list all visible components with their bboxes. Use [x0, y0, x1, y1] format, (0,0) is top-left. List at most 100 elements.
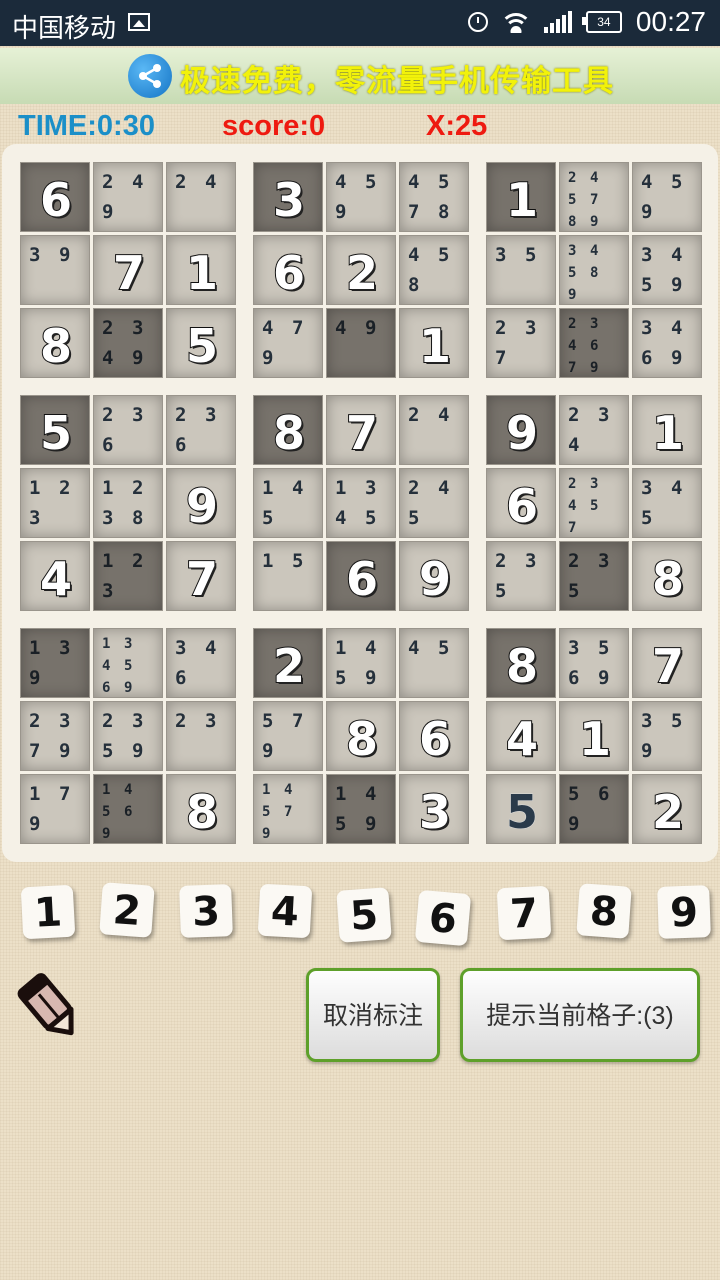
board-cell[interactable]: 1459 — [326, 628, 396, 698]
board-cell[interactable]: 2 — [326, 235, 396, 305]
hint-current-cell-button[interactable]: 提示当前格子:(3) — [460, 968, 700, 1062]
board-cell[interactable]: 35 — [486, 235, 556, 305]
board-cell[interactable]: 1 — [486, 162, 556, 232]
board-cell[interactable]: 5 — [166, 308, 236, 378]
board-cell[interactable]: 3469 — [632, 308, 702, 378]
board-cell[interactable]: 458 — [399, 235, 469, 305]
board-cell[interactable]: 179 — [20, 774, 90, 844]
board-cell[interactable]: 234 — [559, 395, 629, 465]
number-key[interactable]: 5 — [336, 887, 392, 943]
board-cell[interactable]: 1 — [166, 235, 236, 305]
board-cell[interactable]: 2 — [253, 628, 323, 698]
board-cell[interactable]: 1 — [632, 395, 702, 465]
board-cell[interactable]: 8 — [166, 774, 236, 844]
board-cell[interactable]: 39 — [20, 235, 90, 305]
board-cell[interactable]: 7 — [93, 235, 163, 305]
board-cell[interactable]: 6 — [253, 235, 323, 305]
board-cell[interactable]: 3459 — [632, 235, 702, 305]
number-key[interactable]: 4 — [257, 883, 313, 939]
board-cell[interactable]: 245789 — [559, 162, 629, 232]
number-key[interactable]: 6 — [414, 889, 472, 947]
board-cell[interactable]: 2349 — [93, 308, 163, 378]
board-cell[interactable]: 8 — [326, 701, 396, 771]
board-cell[interactable]: 9 — [399, 541, 469, 611]
board-cell[interactable]: 1 — [559, 701, 629, 771]
board-cell[interactable]: 249 — [93, 162, 163, 232]
board-cell[interactable]: 7 — [326, 395, 396, 465]
board-cell[interactable]: 8 — [253, 395, 323, 465]
board-cell[interactable]: 3569 — [559, 628, 629, 698]
board-cell[interactable]: 7 — [632, 628, 702, 698]
board-cell[interactable]: 134569 — [93, 628, 163, 698]
board-cell[interactable]: 569 — [559, 774, 629, 844]
board-cell[interactable]: 346 — [166, 628, 236, 698]
board-cell[interactable]: 459 — [632, 162, 702, 232]
board-cell[interactable]: 359 — [632, 701, 702, 771]
alarm-clock-icon — [467, 12, 488, 32]
board-cell[interactable]: 236 — [93, 395, 163, 465]
board-cell[interactable]: 9 — [166, 468, 236, 538]
board-cell[interactable]: 345 — [632, 468, 702, 538]
cell-candidate-notes: 45 — [406, 633, 466, 695]
board-cell[interactable]: 45 — [399, 628, 469, 698]
board-cell[interactable]: 7 — [166, 541, 236, 611]
board-cell[interactable]: 237 — [486, 308, 556, 378]
board-cell[interactable]: 123 — [93, 541, 163, 611]
board-cell[interactable]: 6 — [20, 162, 90, 232]
number-key[interactable]: 9 — [657, 885, 711, 939]
pencil-icon[interactable] — [14, 970, 86, 1042]
number-key[interactable]: 3 — [179, 884, 233, 938]
board-cell[interactable]: 139 — [20, 628, 90, 698]
board-cell[interactable]: 236 — [166, 395, 236, 465]
board-cell[interactable]: 2 — [632, 774, 702, 844]
board-cell[interactable]: 1238 — [93, 468, 163, 538]
board-cell[interactable]: 34589 — [559, 235, 629, 305]
board-cell[interactable]: 15 — [253, 541, 323, 611]
board-cell[interactable]: 49 — [326, 308, 396, 378]
board-cell[interactable]: 479 — [253, 308, 323, 378]
board-cell[interactable]: 1 — [399, 308, 469, 378]
board-cell[interactable]: 24 — [399, 395, 469, 465]
cell-candidate-notes: 459 — [639, 167, 699, 229]
board-cell[interactable]: 9 — [486, 395, 556, 465]
candidate-digit: 3 — [598, 404, 610, 426]
board-cell[interactable]: 123 — [20, 468, 90, 538]
board-cell[interactable]: 8 — [20, 308, 90, 378]
board-cell[interactable]: 5 — [486, 774, 556, 844]
board-cell[interactable]: 14569 — [93, 774, 163, 844]
cancel-mark-button[interactable]: 取消标注 — [306, 968, 440, 1062]
cell-given-value: 3 — [272, 172, 306, 228]
board-cell[interactable]: 6 — [486, 468, 556, 538]
board-cell[interactable]: 3 — [253, 162, 323, 232]
board-cell[interactable]: 235 — [486, 541, 556, 611]
board-cell[interactable]: 145 — [253, 468, 323, 538]
board-cell[interactable]: 235 — [559, 541, 629, 611]
board-cell[interactable]: 1459 — [326, 774, 396, 844]
board-cell[interactable]: 8 — [486, 628, 556, 698]
number-key[interactable]: 1 — [20, 884, 76, 940]
number-key[interactable]: 2 — [99, 882, 155, 938]
number-key[interactable]: 8 — [576, 883, 632, 939]
board-cell[interactable]: 4 — [20, 541, 90, 611]
board-cell[interactable]: 4 — [486, 701, 556, 771]
board-cell[interactable]: 579 — [253, 701, 323, 771]
candidate-digit: 4 — [102, 347, 114, 369]
board-cell[interactable]: 24 — [166, 162, 236, 232]
board-cell[interactable]: 14579 — [253, 774, 323, 844]
number-key[interactable]: 7 — [496, 885, 552, 941]
board-cell[interactable]: 3 — [399, 774, 469, 844]
ad-banner[interactable]: 极速免费，零流量手机传输工具 — [0, 48, 720, 104]
board-cell[interactable]: 23457 — [559, 468, 629, 538]
board-cell[interactable]: 459 — [326, 162, 396, 232]
board-cell[interactable]: 4578 — [399, 162, 469, 232]
board-cell[interactable]: 6 — [399, 701, 469, 771]
board-cell[interactable]: 245 — [399, 468, 469, 538]
board-cell[interactable]: 23 — [166, 701, 236, 771]
board-cell[interactable]: 5 — [20, 395, 90, 465]
board-cell[interactable]: 6 — [326, 541, 396, 611]
board-cell[interactable]: 8 — [632, 541, 702, 611]
board-cell[interactable]: 2379 — [20, 701, 90, 771]
board-cell[interactable]: 1345 — [326, 468, 396, 538]
board-cell[interactable]: 234679 — [559, 308, 629, 378]
board-cell[interactable]: 2359 — [93, 701, 163, 771]
